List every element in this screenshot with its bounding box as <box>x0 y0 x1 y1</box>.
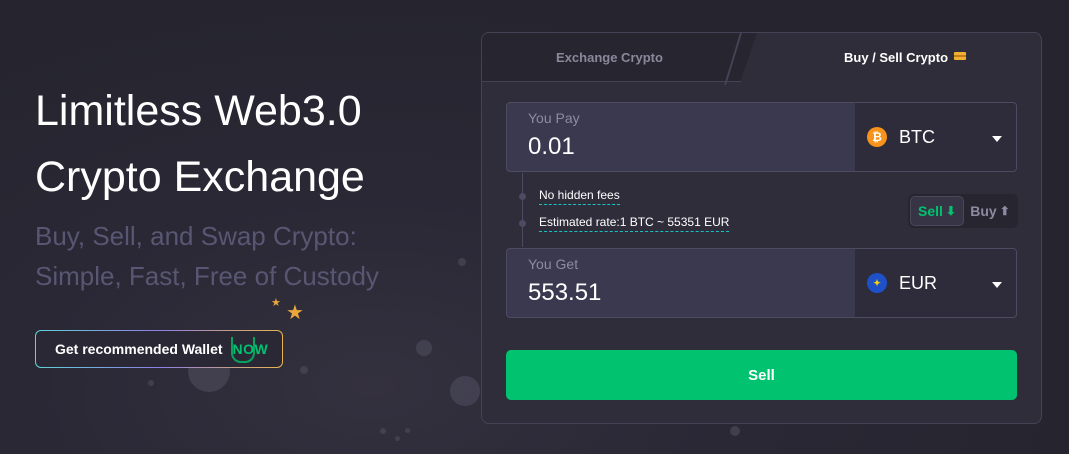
tab-divider <box>482 81 741 82</box>
tab-exchange-crypto-label: Exchange Crypto <box>556 49 663 65</box>
bitcoin-icon: ₿ <box>867 127 887 147</box>
toggle-buy-button[interactable]: Buy ⬆ <box>964 196 1016 226</box>
now-logo-text: NOW <box>232 341 269 357</box>
arrow-up-icon: ⬆ <box>999 204 1010 218</box>
timeline-node <box>519 193 526 200</box>
toggle-sell-button[interactable]: Sell ⬇ <box>910 196 964 226</box>
wallet-button-label: Get recommended Wallet <box>55 341 223 357</box>
tab-exchange-crypto[interactable]: Exchange Crypto <box>482 33 757 81</box>
timeline-node <box>519 220 526 227</box>
sell-button-label: Sell <box>748 366 775 384</box>
no-hidden-fees-text[interactable]: No hidden fees <box>539 188 620 205</box>
hero-subtitle-line-1: Buy, Sell, and Swap Crypto: <box>35 221 357 251</box>
you-pay-currency-code: BTC <box>899 126 935 147</box>
star-icon: ★ <box>286 302 304 324</box>
hero-subtitle-line-2: Simple, Fast, Free of Custody <box>35 261 379 291</box>
hero-title-line-2: Crypto Exchange <box>35 153 365 201</box>
hero-title: Limitless Web3.0 Crypto Exchange <box>35 78 455 210</box>
tab-buy-sell-crypto[interactable]: Buy / Sell Crypto <box>757 33 1041 81</box>
you-get-field: You Get 553.51 ✦ EUR <box>506 248 1017 318</box>
now-wallet-logo: NOW <box>230 337 269 363</box>
chevron-down-icon <box>992 282 1002 288</box>
star-icon: ★ <box>271 297 281 309</box>
you-get-amount: 553.51 <box>528 279 602 306</box>
hero-subtitle: Buy, Sell, and Swap Crypto: Simple, Fast… <box>35 216 455 296</box>
you-pay-currency-select[interactable]: ₿ BTC <box>855 103 1016 171</box>
you-pay-field: You Pay 0.01 ₿ BTC <box>506 102 1017 172</box>
toggle-sell-label: Sell <box>918 203 943 219</box>
euro-flag-icon: ✦ <box>867 273 887 293</box>
hero-title-line-1: Limitless Web3.0 <box>35 87 362 135</box>
info-timeline <box>522 173 523 247</box>
sell-buy-toggle: Sell ⬇ Buy ⬆ <box>908 194 1018 228</box>
you-pay-label: You Pay <box>528 110 580 126</box>
credit-card-icon <box>954 52 967 60</box>
recommended-wallet-button[interactable]: Get recommended Wallet NOW <box>35 330 283 368</box>
estimated-rate-text[interactable]: Estimated rate:1 BTC ~ 55351 EUR <box>539 215 730 232</box>
sell-button[interactable]: Sell <box>506 350 1017 400</box>
tab-buy-sell-crypto-label: Buy / Sell Crypto <box>843 49 949 65</box>
toggle-buy-label: Buy <box>970 203 997 219</box>
you-get-currency-select[interactable]: ✦ EUR <box>855 249 1016 317</box>
you-get-currency-code: EUR <box>899 272 938 293</box>
arrow-down-icon: ⬇ <box>945 204 956 218</box>
you-pay-amount-input[interactable]: 0.01 <box>528 133 575 161</box>
exchange-widget: Exchange Crypto Buy / Sell Crypto You Pa… <box>481 32 1042 424</box>
you-get-label: You Get <box>528 256 579 272</box>
chevron-down-icon <box>992 136 1002 142</box>
hero-section: Limitless Web3.0 Crypto Exchange Buy, Se… <box>35 78 455 296</box>
